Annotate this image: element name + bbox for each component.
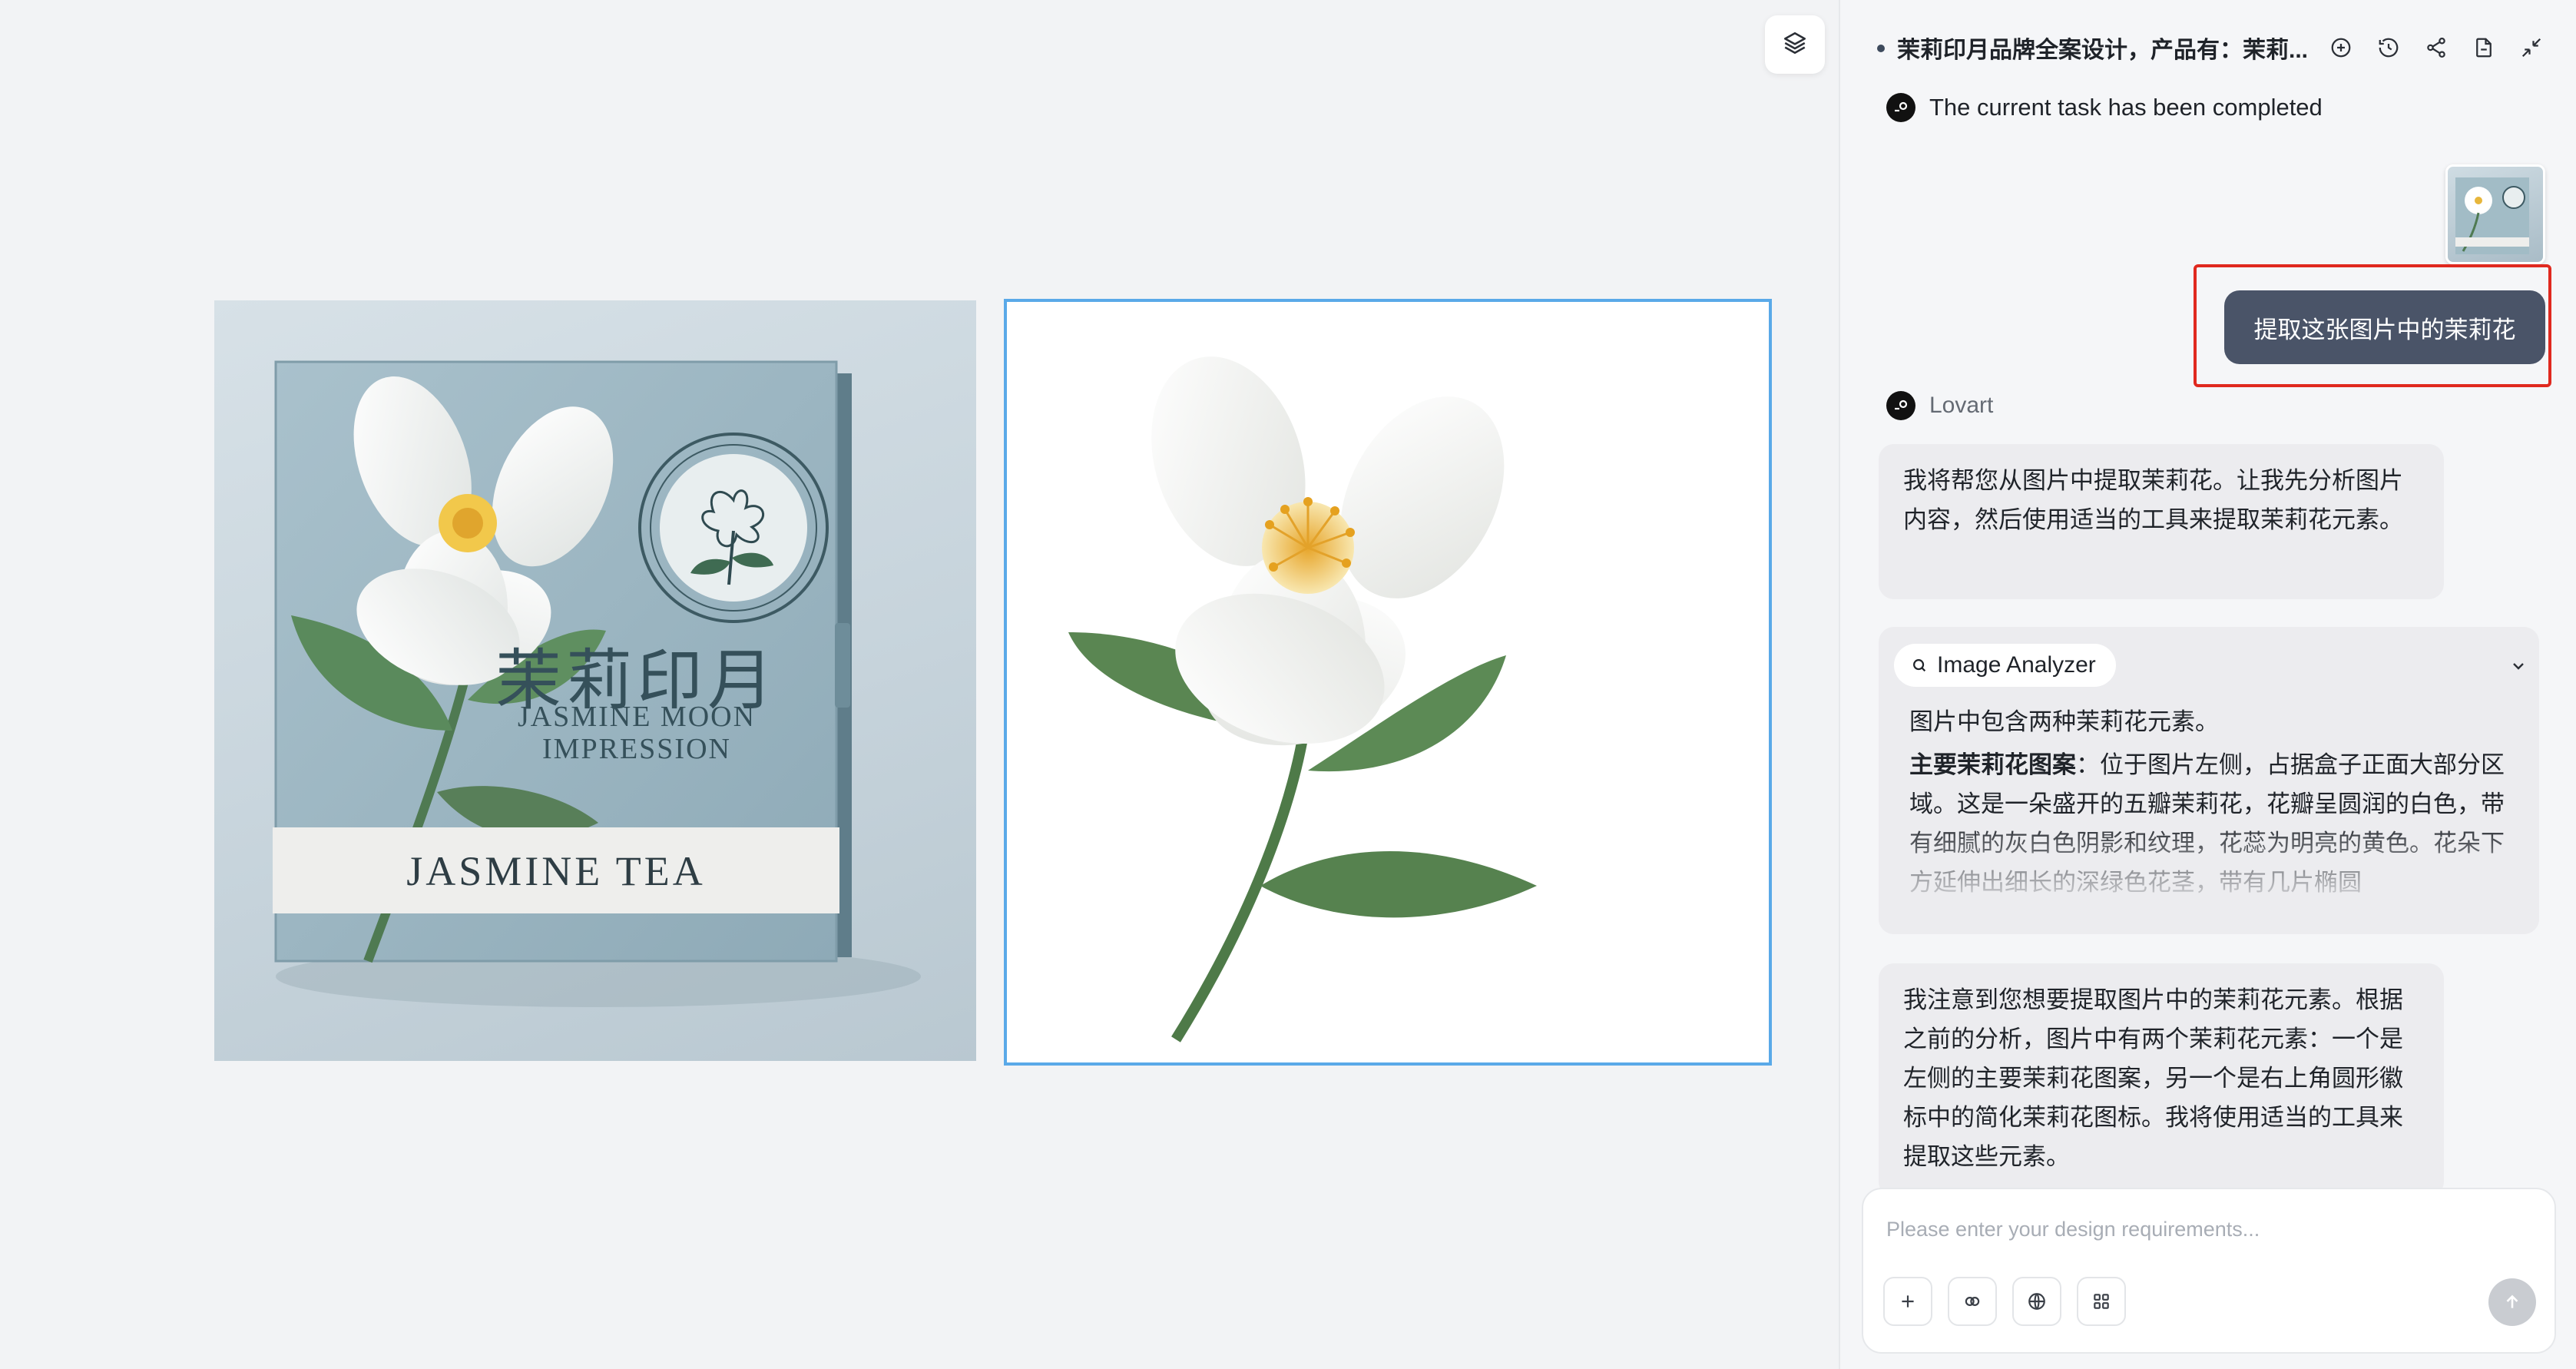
source-image-jasmine-box[interactable]: 茉莉印月 JASMINE MOON IMPRESSION JASMINE TEA — [214, 300, 976, 1061]
collapse-icon[interactable] — [2515, 31, 2548, 65]
box-band-text: JASMINE TEA — [406, 848, 706, 894]
link-icon[interactable] — [1948, 1277, 1997, 1326]
image-analyzer-card[interactable]: Image Analyzer 图片中包含两种茉莉花元素。 主要茉莉花图案：位于图… — [1879, 627, 2539, 934]
composer — [1862, 1188, 2556, 1354]
layers-icon — [1782, 30, 1808, 60]
design-canvas[interactable]: 茉莉印月 JASMINE MOON IMPRESSION JASMINE TEA — [0, 0, 1839, 1369]
history-icon[interactable] — [2372, 31, 2405, 65]
bot-message-bubble-2: 我注意到您想要提取图片中的茉莉花元素。根据之前的分析，图片中有两个茉莉花元素：一… — [1879, 963, 2444, 1197]
box-en-line1: JASMINE MOON — [517, 701, 757, 733]
export-icon[interactable] — [2467, 31, 2501, 65]
plus-icon[interactable] — [1883, 1277, 1932, 1326]
title-status-dot — [1877, 45, 1885, 52]
panel-title[interactable]: 茉莉印月品牌全案设计，产品有：茉莉... — [1897, 31, 2308, 65]
lovart-avatar-icon — [1886, 391, 1915, 420]
analyzer-name: Image Analyzer — [1937, 652, 2096, 678]
attached-image-thumbnail[interactable] — [2445, 164, 2545, 264]
box-en-line2: IMPRESSION — [542, 733, 731, 765]
task-status-text: The current task has been completed — [1929, 94, 2323, 121]
add-chat-icon[interactable] — [2324, 31, 2358, 65]
analyzer-fade-overlay — [1879, 819, 2539, 934]
lovart-logo-icon — [1886, 93, 1915, 122]
analyzer-detail-label: 主要茉莉花图案 — [1909, 751, 2076, 778]
prompt-input[interactable] — [1885, 1209, 2533, 1249]
highlighted-user-message: 提取这张图片中的茉莉花 — [2194, 264, 2551, 387]
task-status-row: The current task has been completed — [1886, 91, 2323, 124]
analyzer-search-icon — [1911, 657, 1928, 674]
bot-message-bubble: 我将帮您从图片中提取茉莉花。让我先分析图片内容，然后使用适当的工具来提取茉莉花元… — [1879, 444, 2444, 599]
image-analyzer-tag[interactable]: Image Analyzer — [1894, 644, 2116, 687]
layers-button[interactable] — [1765, 15, 1825, 74]
bot-identity-row: Lovart — [1886, 390, 1993, 421]
panel-header: 茉莉印月品牌全案设计，产品有：茉莉... — [1840, 23, 2576, 72]
extracted-jasmine-image[interactable] — [1004, 299, 1772, 1066]
analyzer-summary: 图片中包含两种茉莉花元素。 — [1909, 708, 2219, 735]
user-message-bubble[interactable]: 提取这张图片中的茉莉花 — [2224, 290, 2545, 364]
chat-panel: 茉莉印月品牌全案设计，产品有：茉莉... The current task ha… — [1839, 0, 2576, 1369]
share-icon[interactable] — [2419, 31, 2453, 65]
bot-name: Lovart — [1929, 393, 1994, 418]
grid-icon[interactable] — [2077, 1277, 2126, 1326]
send-button[interactable] — [2488, 1278, 2536, 1326]
send-arrow-icon — [2502, 1292, 2522, 1312]
chevron-down-icon[interactable] — [2507, 655, 2530, 678]
globe-icon[interactable] — [2012, 1277, 2061, 1326]
